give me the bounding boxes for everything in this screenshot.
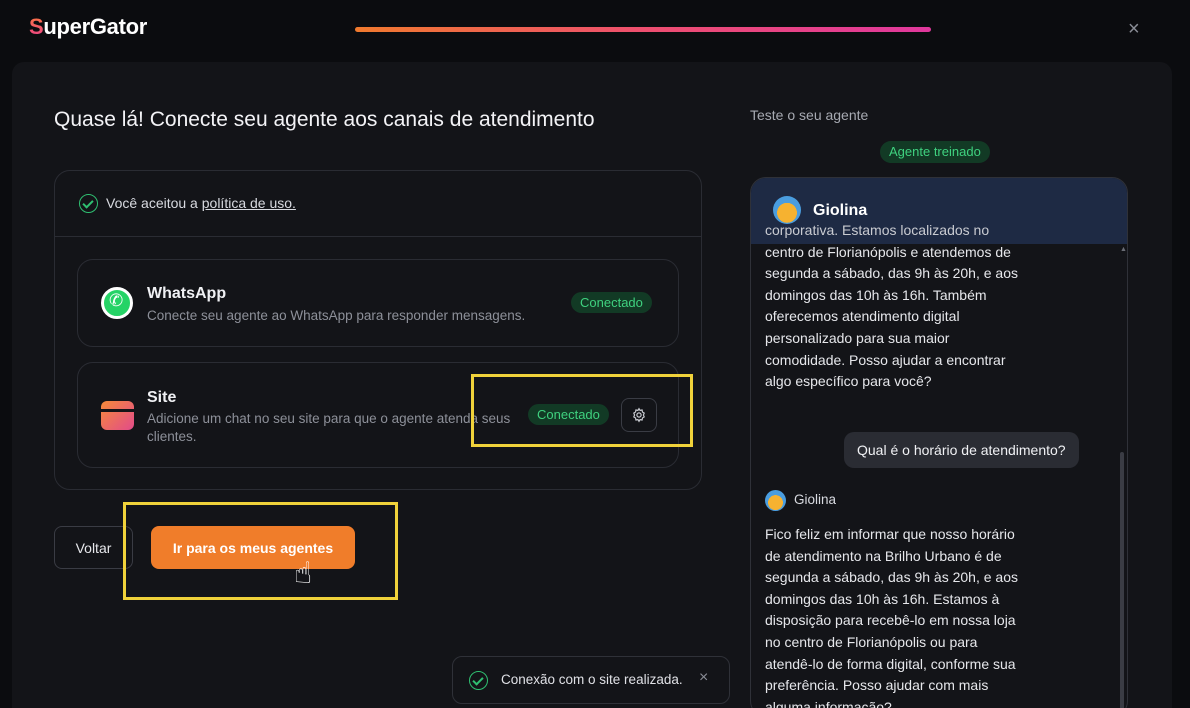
- agent-avatar: [765, 490, 786, 511]
- channel-name: WhatsApp: [147, 285, 227, 302]
- back-button[interactable]: Voltar: [54, 526, 133, 569]
- test-agent-label: Teste o seu agente: [750, 107, 869, 123]
- channel-name: Site: [147, 389, 177, 406]
- onboarding-progress-bar: [355, 27, 931, 32]
- status-badge: Conectado: [571, 292, 652, 313]
- check-circle-icon: [469, 671, 488, 690]
- agent-trained-badge: Agente treinado: [880, 141, 990, 163]
- page-title: Quase lá! Conecte seu agente aos canais …: [54, 108, 595, 131]
- check-circle-icon: [79, 194, 98, 213]
- chat-preview: Giolina ▲ corporativa. Estamos localizad…: [750, 177, 1128, 708]
- channel-whatsapp[interactable]: WhatsApp Conecte seu agente ao WhatsApp …: [77, 259, 679, 347]
- whatsapp-icon: [101, 287, 133, 319]
- channel-description: Conecte seu agente ao WhatsApp para resp…: [147, 308, 526, 323]
- user-message: Qual é o horário de atendimento?: [844, 432, 1079, 468]
- policy-text: Você aceitou a política de uso.: [106, 195, 296, 211]
- top-bar: SuperGator ×: [0, 0, 1190, 58]
- toast-notification: Conexão com o site realizada. ×: [452, 656, 730, 704]
- close-icon[interactable]: ×: [1128, 18, 1140, 41]
- close-icon[interactable]: ×: [699, 669, 708, 687]
- channel-description-line-1: Adicione um chat no seu site para que o …: [147, 411, 511, 426]
- browser-window-icon: [101, 401, 134, 430]
- go-to-agents-button[interactable]: Ir para os meus agentes: [151, 526, 355, 569]
- bot-name: Giolina: [794, 492, 837, 507]
- supergator-logo: SuperGator: [29, 14, 148, 39]
- policy-link[interactable]: política de uso.: [202, 195, 296, 211]
- bot-message: corporativa. Estamos localizados no cent…: [765, 222, 1018, 390]
- scroll-up-icon[interactable]: ▲: [1120, 246, 1127, 253]
- toast-text: Conexão com o site realizada.: [501, 672, 683, 687]
- highlight-box-site-status: [471, 374, 693, 447]
- bot-message: Fico feliz em informar que nosso horário…: [765, 526, 1018, 708]
- channel-description-line-2: clientes.: [147, 429, 197, 444]
- policy-header: Você aceitou a política de uso.: [55, 171, 701, 237]
- chat-agent-name: Giolina: [813, 202, 868, 219]
- chat-scrollbar[interactable]: [1120, 452, 1124, 708]
- hand-cursor-icon: ☝: [294, 557, 313, 590]
